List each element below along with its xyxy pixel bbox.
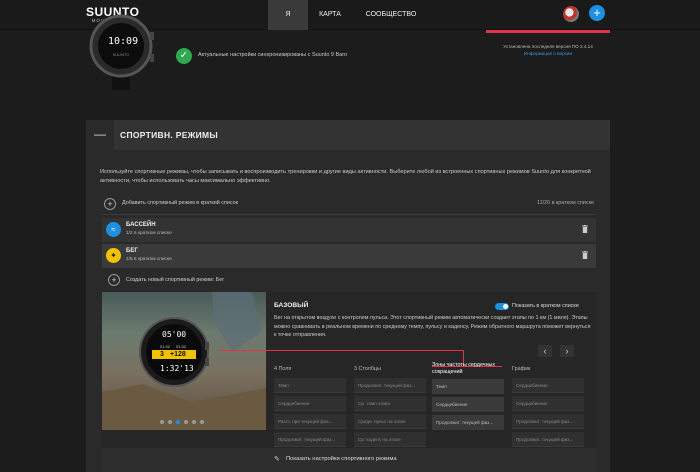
panel-description: Используйте спортивные режимы, чтобы зап…: [100, 169, 591, 184]
firmware-link[interactable]: Информация о версии: [486, 50, 610, 57]
column-title: Зоны частоты сердечных сокращений: [432, 362, 496, 375]
column-cell[interactable]: Продолжит. текущей фаз...: [512, 432, 584, 447]
sport-mode-detail: 05'00 01:32 01:32 3 +128 1:32'13 БАЗОВЫЙ…: [102, 292, 596, 472]
column-cell[interactable]: Темп: [432, 379, 504, 394]
panel-title: СПОРТИВН. РЕЖИМЫ: [120, 130, 219, 140]
create-sport-mode-label[interactable]: Создать новый спортивный режим: Бег: [126, 277, 224, 283]
shortlist-toggle-label[interactable]: Показать в кратком списке: [512, 303, 579, 309]
next-arrow-button[interactable]: ›: [560, 345, 574, 357]
sync-status: Актуальные настройки синхронизированы с …: [198, 52, 348, 58]
carousel-dot-active[interactable]: [176, 420, 180, 424]
runner-image: [102, 292, 266, 430]
column-cell[interactable]: Сердцебиение: [432, 397, 504, 412]
prev-arrow-button[interactable]: ‹: [538, 345, 552, 357]
firmware-info: Установлена последняя версия ПО 2.4.14 И…: [486, 43, 610, 57]
watch-small-a: 01:32: [160, 344, 171, 349]
show-settings-label[interactable]: Показать настройки спортивного режима: [286, 456, 397, 462]
carousel-dot[interactable]: [168, 420, 172, 424]
display-column-hr-zones[interactable]: Зоны частоты сердечных сокращений Темп С…: [432, 362, 504, 430]
column-cell[interactable]: Сердцебиение: [274, 396, 346, 411]
carousel-dot[interactable]: [192, 420, 196, 424]
plus-icon[interactable]: +: [104, 198, 116, 210]
carousel-dot[interactable]: [200, 420, 204, 424]
wrench-icon: ✎: [274, 456, 280, 463]
progress-bar: [486, 30, 610, 33]
watch-hr: +128: [170, 351, 186, 358]
column-cell[interactable]: Продолжит. текущей фаз...: [512, 414, 584, 429]
mode-name: БЕГ: [126, 248, 138, 254]
column-cell[interactable]: Расст. при текущей фаз...: [274, 414, 346, 429]
mode-name: БАССЕЙН: [126, 222, 156, 228]
column-cell[interactable]: Продолжит. текущей фаз...: [274, 432, 346, 447]
detail-title: БАЗОВЫЙ: [274, 302, 309, 309]
sport-mode-run[interactable]: ✦ БЕГ 1/5 в кратком списке: [102, 244, 596, 268]
watch-duration: 1:32'13: [160, 364, 194, 373]
watch-lap: 3: [160, 351, 164, 358]
column-cell[interactable]: Продолжит. текущей фаз...: [354, 378, 426, 393]
detail-description: Бег на открытом воздухе с контролем пуль…: [274, 315, 591, 339]
display-column-4-fields[interactable]: 4 Поля Темп Сердцебиение Расст. при теку…: [274, 366, 346, 447]
column-title: 3 Столбцы: [354, 366, 381, 372]
mode-shortlist: 1/2 в кратком списке: [126, 231, 172, 236]
watch-pace: 05'00: [162, 330, 187, 339]
column-title: 4 Поля: [274, 366, 292, 372]
firmware-version: Установлена последняя версия ПО 2.4.14: [503, 44, 593, 49]
plus-icon[interactable]: +: [108, 274, 120, 286]
column-title: График: [512, 366, 531, 372]
svg-text:SUUNTO: SUUNTO: [113, 52, 130, 57]
display-column-graph[interactable]: График Сердцебиение Сердцебиение Продолж…: [512, 366, 584, 447]
panel-header[interactable]: — СПОРТИВН. РЕЖИМЫ: [86, 120, 610, 150]
nav-tab-map[interactable]: КАРТА: [308, 0, 352, 30]
sport-mode-pool[interactable]: ≈ БАССЕЙН 1/2 в кратком списке: [102, 218, 596, 242]
carousel-dot[interactable]: [184, 420, 188, 424]
column-cell[interactable]: Ср. каденс на этапе: [354, 432, 426, 447]
sport-photo: [102, 292, 266, 430]
column-cell[interactable]: Сердцебиение: [512, 378, 584, 393]
show-settings-bar[interactable]: ✎ Показать настройки спортивного режима: [102, 448, 596, 472]
shortlist-toggle[interactable]: [495, 303, 509, 310]
collapse-button[interactable]: —: [86, 120, 114, 150]
watch-small-b: 01:32: [176, 344, 187, 349]
pool-icon: ≈: [106, 222, 121, 237]
carousel-dot[interactable]: [160, 420, 164, 424]
add-sport-mode-row[interactable]: + Добавить спортивный режим в краткий сп…: [104, 196, 594, 212]
mode-shortlist: 1/5 в кратком списке: [126, 257, 172, 262]
nav-tab-me[interactable]: Я: [268, 0, 308, 30]
display-column-3-bars[interactable]: 3 Столбцы Продолжит. текущей фаз... Ср. …: [354, 366, 426, 447]
column-cell[interactable]: Продолжит. текущей фаз...: [432, 415, 504, 430]
trash-icon[interactable]: [582, 225, 588, 233]
divider: [102, 214, 596, 215]
trash-icon[interactable]: [582, 251, 588, 259]
add-button[interactable]: +: [589, 5, 605, 21]
watch-top-time: 10:09: [108, 36, 139, 47]
run-icon: ✦: [106, 248, 121, 263]
column-cell[interactable]: Сердцебиение: [512, 396, 584, 411]
check-icon: ✓: [176, 48, 192, 64]
column-cell[interactable]: Ср. темп этапа: [354, 396, 426, 411]
user-avatar[interactable]: [563, 6, 579, 22]
column-cell[interactable]: Темп: [274, 378, 346, 393]
connector-line: [220, 350, 464, 351]
column-cell[interactable]: Средн. пульс на этапе: [354, 414, 426, 429]
watch-image-top: SUUNTO: [89, 14, 154, 90]
add-sport-mode-label[interactable]: Добавить спортивный режим в краткий спис…: [122, 200, 238, 206]
nav-tab-community[interactable]: СООБЩЕСТВО: [358, 0, 424, 30]
shortlist-count: 11/20 в кратком списке: [536, 200, 594, 206]
sport-modes-panel: — СПОРТИВН. РЕЖИМЫ Используйте спортивны…: [86, 120, 610, 472]
